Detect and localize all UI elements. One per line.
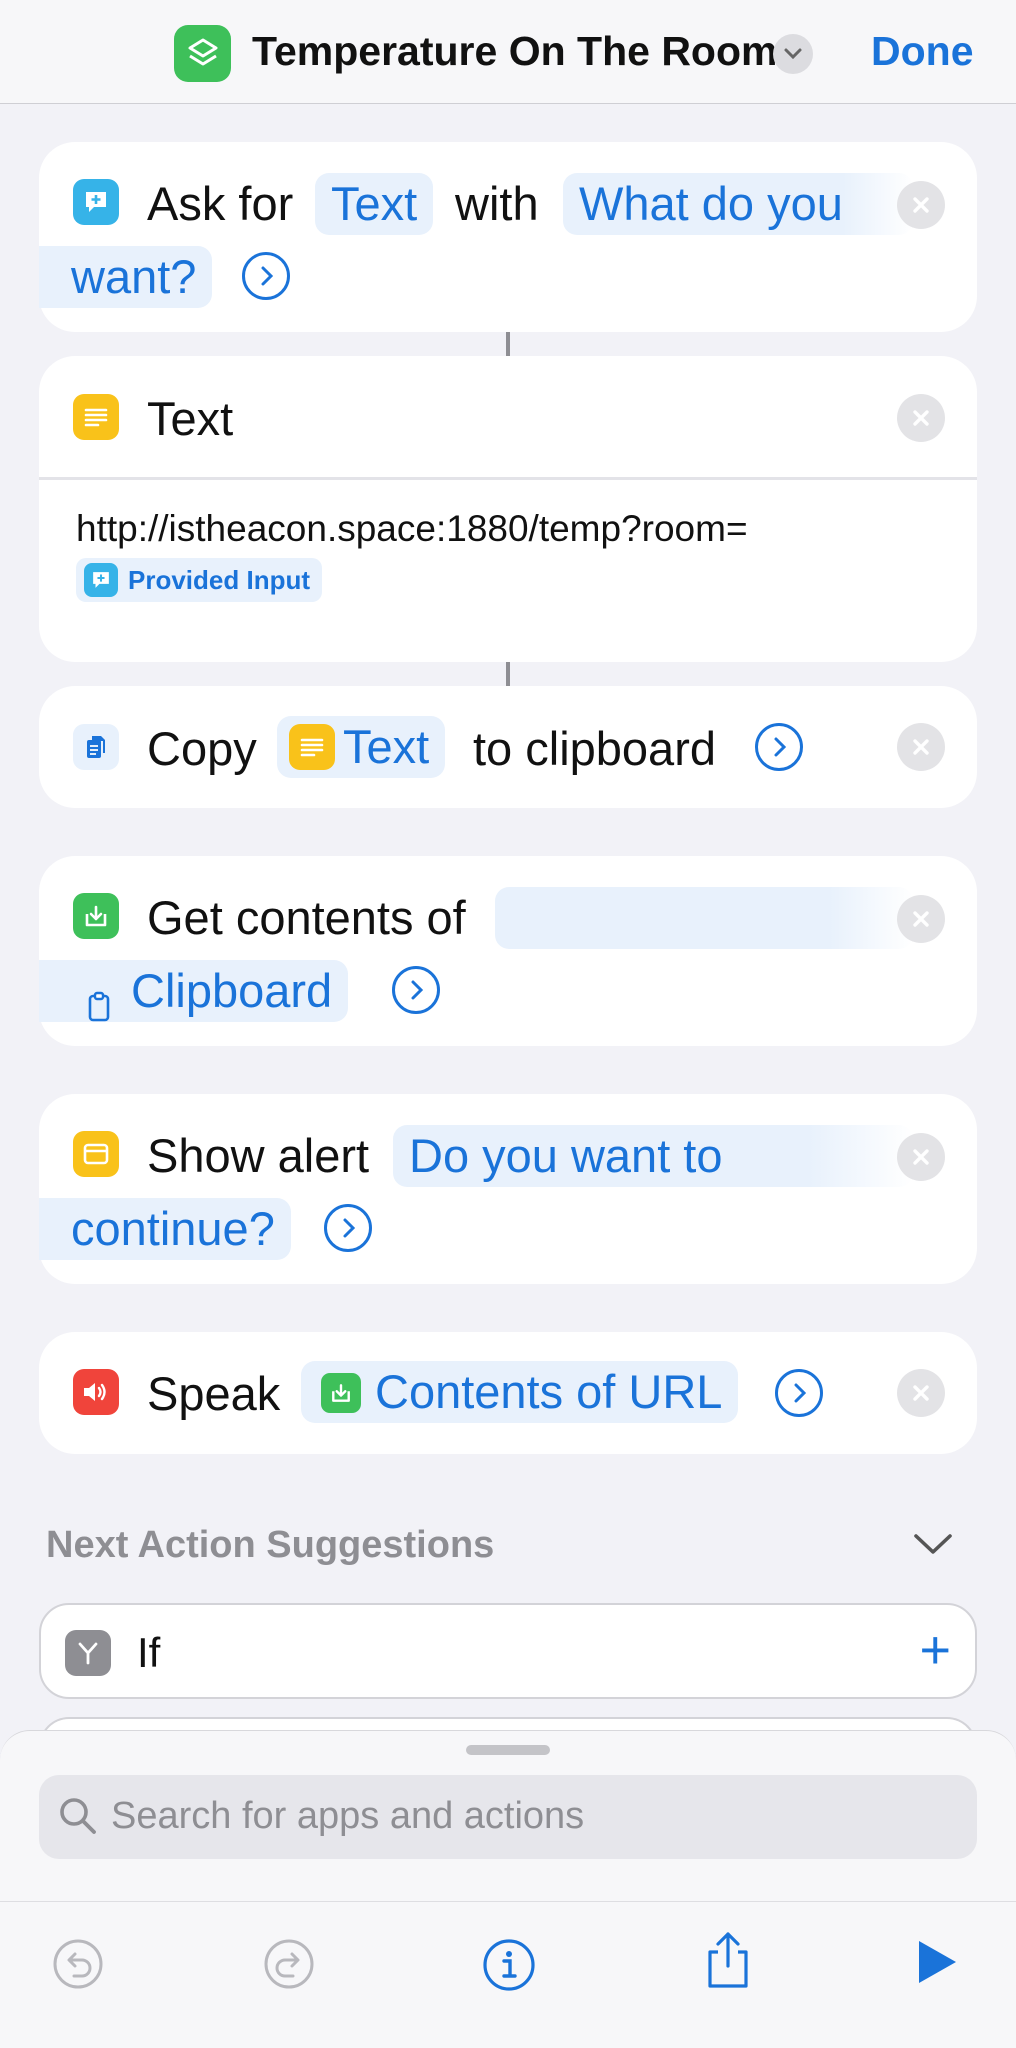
chevron-down-icon[interactable] [912,1530,954,1563]
divider [39,477,977,480]
text-lines-icon [73,394,119,440]
close-icon[interactable] [897,181,945,229]
info-icon[interactable] [482,1938,536,1992]
contents-of-url-label: Contents of URL [375,1365,723,1418]
provided-input-label: Provided Input [128,564,310,595]
download-tray-icon [321,1373,361,1413]
text-lines-icon [289,724,335,770]
chevron-right-icon[interactable] [324,1204,372,1252]
show-alert-action[interactable]: Show alert Do you want to continue? [39,1094,977,1284]
suggestions-heading: Next Action Suggestions [46,1524,495,1566]
input-type-token[interactable]: Text [315,173,434,235]
alert-message-line2[interactable]: continue? [39,1198,291,1260]
chat-bubble-icon [73,179,119,225]
chevron-right-icon[interactable] [392,966,440,1014]
close-icon[interactable] [897,723,945,771]
close-icon[interactable] [897,1369,945,1417]
editor-header: Temperature On The Room Done [0,0,1016,104]
clipboard-token[interactable]: Clipboard [39,960,349,1022]
done-button[interactable]: Done [871,28,974,75]
search-icon [57,1795,99,1842]
get-contents-label: Get contents of [147,891,466,944]
text-action-title: Text [147,392,234,445]
close-icon[interactable] [897,1133,945,1181]
close-icon[interactable] [897,895,945,943]
play-icon[interactable] [915,1938,959,1986]
text-variable-token[interactable]: Text [277,716,446,778]
close-icon[interactable] [897,394,945,442]
clipboard-icon [87,976,111,1038]
shortcut-title[interactable]: Temperature On The Room [252,28,777,75]
text-body[interactable]: http://istheacon.space:1880/temp?room= [76,508,748,550]
download-tray-icon [73,893,119,939]
redo-icon[interactable] [263,1938,315,1990]
text-variable-label: Text [343,720,430,773]
editor-toolbar [0,1901,1016,2048]
undo-icon[interactable] [52,1938,104,1990]
prompt-token-line2[interactable]: want? [39,246,213,308]
prompt-token-line1[interactable]: What do you [563,173,913,235]
suggestion-item-if[interactable]: If + [39,1603,977,1699]
ask-for-input-action[interactable]: Ask for Text with What do you want? [39,142,977,332]
provided-input-variable[interactable]: Provided Input [76,558,322,602]
get-contents-of-url-action[interactable]: Get contents of Clipboard [39,856,977,1046]
sheet-grabber[interactable] [466,1745,550,1755]
search-placeholder: Search for apps and actions [111,1795,585,1837]
window-alert-icon [73,1131,119,1177]
share-icon[interactable] [702,1930,754,1990]
chevron-right-icon[interactable] [755,723,803,771]
alert-message-line1[interactable]: Do you want to [393,1125,913,1187]
ask-for-label: Ask for [147,177,294,230]
chevron-right-icon[interactable] [775,1369,823,1417]
copy-label: Copy [147,722,257,775]
url-token-empty[interactable] [495,887,913,949]
chevron-right-icon[interactable] [242,252,290,300]
speak-action[interactable]: Speak Contents of URL [39,1332,977,1454]
chat-bubble-icon [84,563,118,597]
search-field[interactable]: Search for apps and actions [39,1775,977,1859]
shortcuts-icon [174,25,231,82]
document-copy-icon [73,724,119,770]
to-clipboard-label: to clipboard [473,722,716,775]
flow-connector [506,662,510,686]
flow-connector [506,332,510,356]
suggestion-label: If [137,1629,161,1676]
branch-icon [65,1630,111,1676]
action-search-sheet: Search for apps and actions [0,1730,1016,2048]
speaker-icon [73,1369,119,1415]
with-label: with [455,177,539,230]
add-icon[interactable]: + [919,1623,951,1677]
copy-to-clipboard-action[interactable]: Copy Text to clipboard [39,686,977,808]
clipboard-label: Clipboard [131,964,333,1017]
speak-label: Speak [147,1367,281,1420]
chevron-down-icon[interactable] [773,34,813,74]
show-alert-label: Show alert [147,1129,370,1182]
contents-of-url-token[interactable]: Contents of URL [301,1361,739,1423]
text-action[interactable]: Text http://istheacon.space:1880/temp?ro… [39,356,977,662]
